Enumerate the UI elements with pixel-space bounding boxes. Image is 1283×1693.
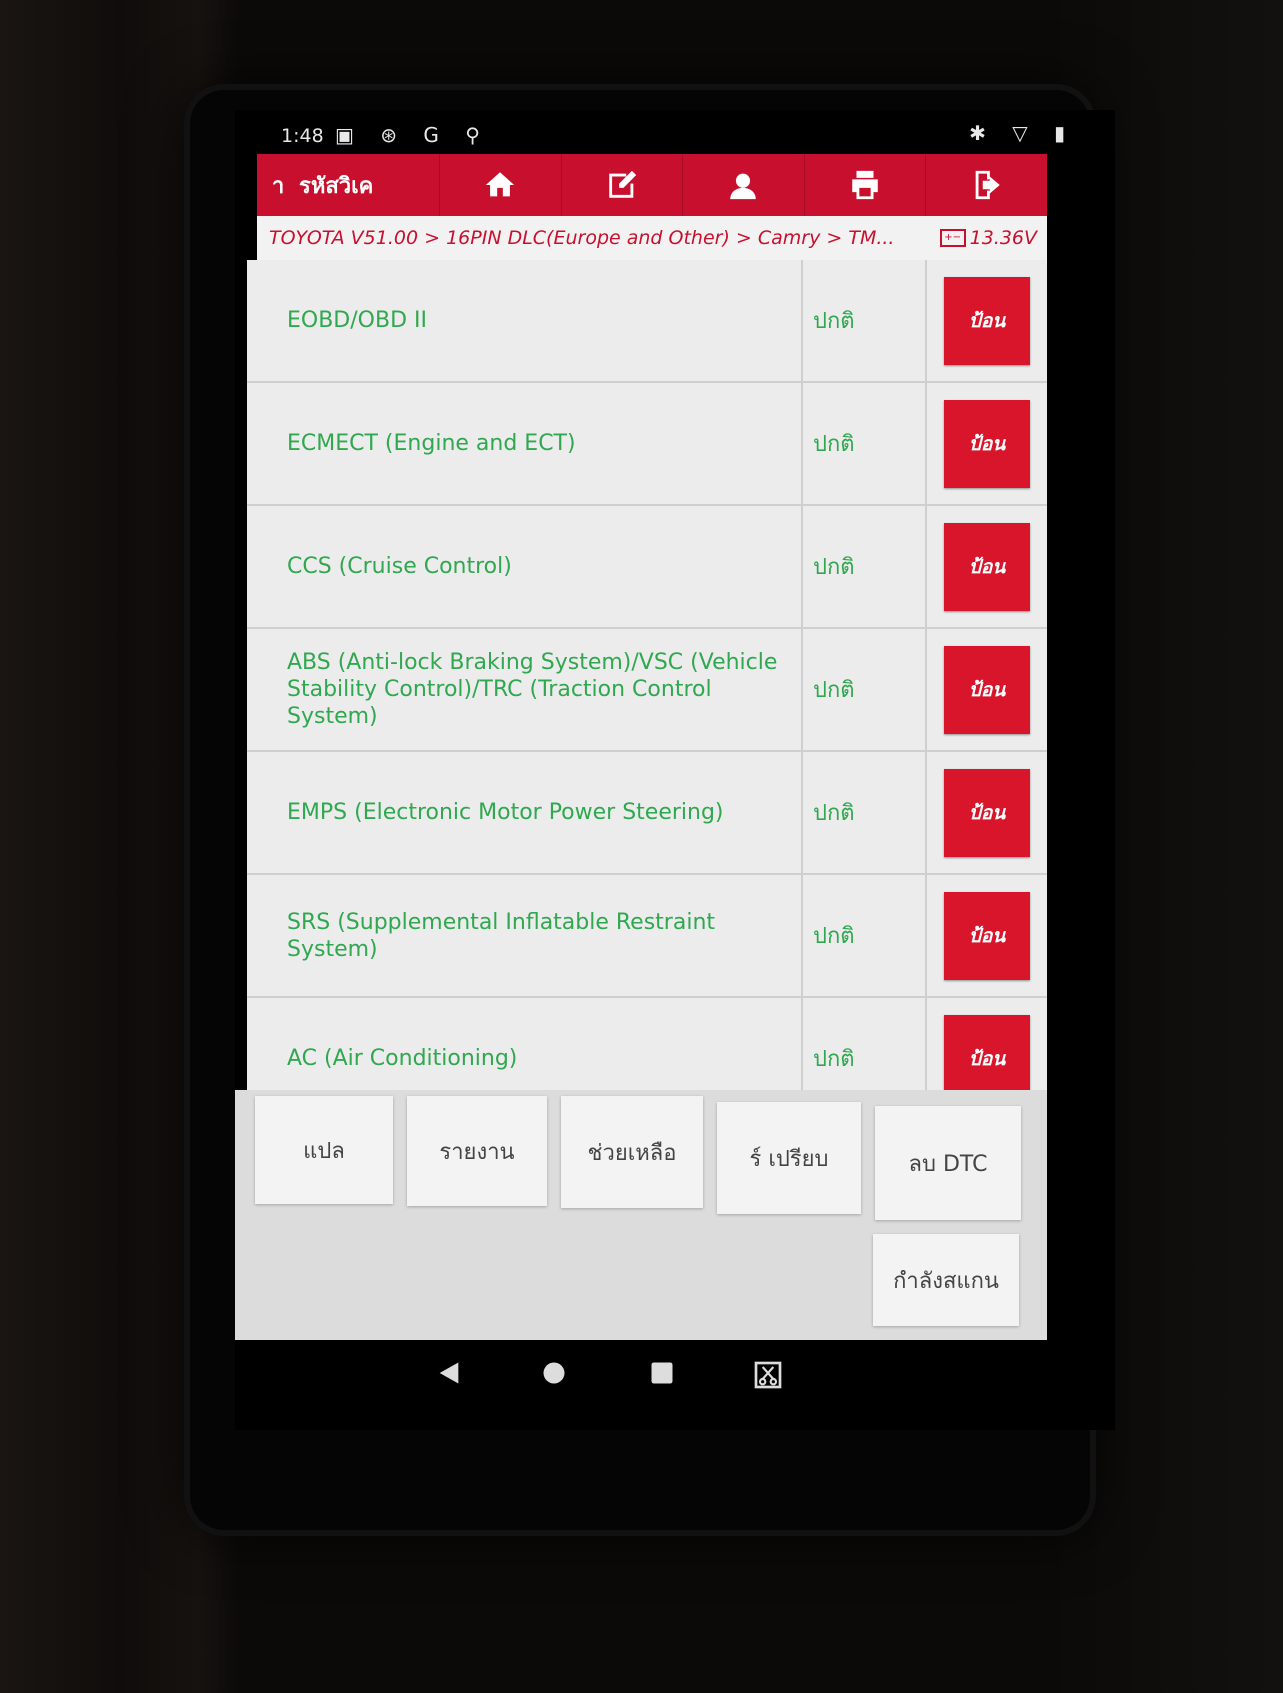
notification-icons: ▣ ⊛ G ⚲: [335, 123, 490, 147]
support-icon: [730, 173, 757, 200]
enter-button[interactable]: ป้อน: [944, 522, 1030, 611]
exit-icon: [975, 170, 1000, 200]
print-button[interactable]: [803, 154, 926, 216]
enter-button[interactable]: ป้อน: [944, 1014, 1030, 1090]
system-name: EOBD/OBD II: [287, 308, 427, 333]
system-status: ปกติ: [801, 752, 925, 873]
enter-button[interactable]: ป้อน: [944, 399, 1030, 488]
system-name: AC (Air Conditioning): [287, 1046, 518, 1071]
compare-button[interactable]: ร์ เปรียบ: [717, 1102, 861, 1214]
voltage-value: 13.36V: [969, 227, 1037, 249]
recents-nav-icon[interactable]: [648, 1358, 676, 1388]
system-name: SRS (Supplemental Inflatable Restraint S…: [287, 909, 716, 962]
system-status: ปกติ: [801, 260, 925, 381]
page-title: รหัสวิเค: [299, 173, 374, 199]
system-icons: ✱ ▽ ▮: [969, 121, 1075, 145]
status-bar: 1:48 ▣ ⊛ G ⚲ ✱ ▽ ▮: [235, 110, 1115, 150]
table-row: ECMECT (Engine and ECT) ปกติ ป้อน: [247, 383, 1047, 506]
home-nav-icon[interactable]: [540, 1358, 568, 1388]
system-status: ปกติ: [801, 998, 925, 1090]
clear-dtc-button[interactable]: ลบ DTC: [875, 1106, 1021, 1220]
back-button[interactable]: า: [257, 154, 299, 216]
back-nav-icon[interactable]: [435, 1358, 463, 1388]
translate-button[interactable]: แปล: [255, 1096, 393, 1204]
battery-icon: +−: [939, 229, 966, 247]
system-list[interactable]: EOBD/OBD II ปกติ ป้อน ECMECT (Engine and…: [247, 260, 1047, 1090]
system-name: CCS (Cruise Control): [287, 554, 512, 579]
battery-voltage: +− 13.36V: [939, 227, 1047, 249]
android-nav-bar: [235, 1340, 1115, 1430]
edit-button[interactable]: [560, 154, 683, 216]
exit-button[interactable]: [925, 154, 1047, 216]
table-row: SRS (Supplemental Inflatable Restraint S…: [247, 875, 1047, 998]
table-row: ABS (Anti-lock Braking System)/VSC (Vehi…: [247, 629, 1047, 752]
help-button[interactable]: ช่วยเหลือ: [561, 1096, 703, 1208]
table-row: AC (Air Conditioning) ปกติ ป้อน: [247, 998, 1047, 1090]
system-name: ECMECT (Engine and ECT): [287, 431, 576, 456]
breadcrumb: TOYOTA V51.00 > 16PIN DLC(Europe and Oth…: [257, 216, 1047, 260]
system-status: ปกติ: [801, 506, 925, 627]
table-row: CCS (Cruise Control) ปกติ ป้อน: [247, 506, 1047, 629]
scanning-button[interactable]: กำลังสแกน: [873, 1234, 1019, 1326]
print-icon: [852, 170, 878, 200]
enter-button[interactable]: ป้อน: [944, 891, 1030, 980]
system-name: EMPS (Electronic Motor Power Steering): [287, 800, 724, 825]
status-time: 1:48: [281, 125, 324, 147]
edit-icon: [609, 170, 637, 198]
breadcrumb-path: TOYOTA V51.00 > 16PIN DLC(Europe and Oth…: [269, 227, 895, 249]
app-header: า รหัสวิเค: [257, 154, 1047, 216]
tablet-screen: 1:48 ▣ ⊛ G ⚲ ✱ ▽ ▮ า รหัสวิเค TOYOTA V51…: [235, 110, 1115, 1430]
enter-button[interactable]: ป้อน: [944, 645, 1030, 734]
home-button[interactable]: [439, 154, 561, 216]
bottom-toolbar: แปล รายงาน ช่วยเหลือ ร์ เปรียบ ลบ DTC กำ…: [235, 1090, 1047, 1340]
system-name: ABS (Anti-lock Braking System)/VSC (Vehi…: [287, 650, 778, 729]
system-status: ปกติ: [801, 629, 925, 750]
screenshot-scissors-icon[interactable]: [752, 1358, 784, 1392]
table-row: EMPS (Electronic Motor Power Steering) ป…: [247, 752, 1047, 875]
report-button[interactable]: รายงาน: [407, 1096, 547, 1206]
home-icon: [486, 172, 515, 197]
system-status: ปกติ: [801, 875, 925, 996]
system-status: ปกติ: [801, 383, 925, 504]
support-button[interactable]: [682, 154, 804, 216]
enter-button[interactable]: ป้อน: [944, 276, 1030, 365]
enter-button[interactable]: ป้อน: [944, 768, 1030, 857]
table-row: EOBD/OBD II ปกติ ป้อน: [247, 260, 1047, 383]
